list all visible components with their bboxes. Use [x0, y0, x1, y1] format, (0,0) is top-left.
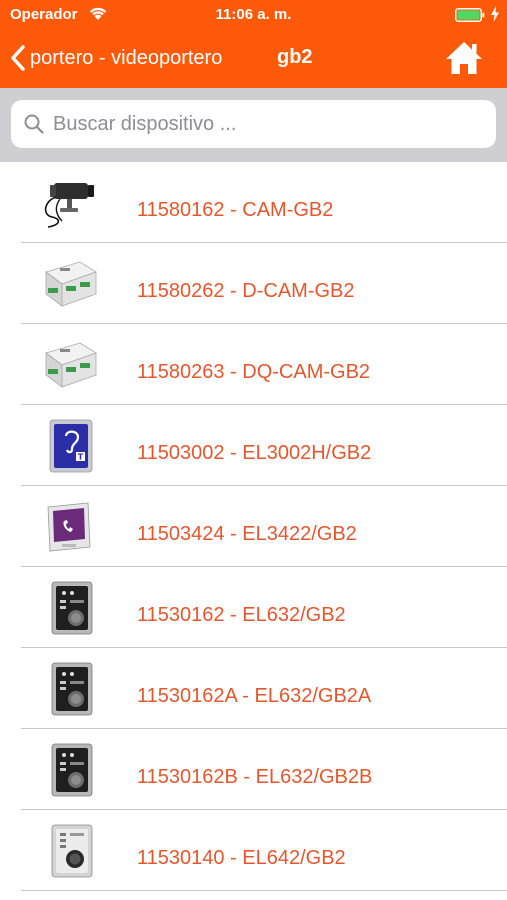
device-list: 11580162 - CAM-GB2 11580262 - D-CAM-GB2 …	[0, 162, 507, 891]
page-title: gb2	[277, 46, 313, 68]
device-row-el3002h-gb2[interactable]: T 11503002 - EL3002H/GB2	[0, 405, 507, 486]
status-bar: Operador 11:06 a. m.	[0, 0, 507, 30]
door-panel-icon	[51, 662, 93, 716]
device-row-cam-gb2[interactable]: 11580162 - CAM-GB2	[0, 162, 507, 243]
device-label: 11530162B - EL632/GB2B	[137, 766, 373, 788]
search-input[interactable]	[53, 112, 473, 136]
device-row-d-cam-gb2[interactable]: 11580262 - D-CAM-GB2	[0, 243, 507, 324]
status-time: 11:06 a. m.	[215, 6, 292, 23]
video-monitor-icon	[47, 502, 91, 552]
search-bar	[0, 88, 507, 162]
hearing-loop-module-icon: T	[49, 419, 93, 473]
navigation-bar: portero - videoportero gb2	[0, 30, 507, 88]
battery-icon	[455, 8, 485, 22]
door-panel-icon	[51, 743, 93, 797]
charging-icon	[491, 6, 499, 22]
search-icon	[24, 114, 44, 134]
device-row-el642-gb2[interactable]: 11530140 - EL642/GB2	[0, 810, 507, 891]
device-label: 11530162 - EL632/GB2	[137, 604, 346, 626]
svg-text:T: T	[78, 453, 84, 462]
din-module-icon	[45, 342, 97, 388]
device-row-el3422-gb2[interactable]: 11503424 - EL3422/GB2	[0, 486, 507, 567]
search-box[interactable]	[11, 100, 496, 148]
back-button[interactable]: portero - videoportero	[10, 42, 222, 74]
device-label: 11503424 - EL3422/GB2	[137, 523, 357, 545]
device-row-dq-cam-gb2[interactable]: 11580263 - DQ-CAM-GB2	[0, 324, 507, 405]
device-label: 11530140 - EL642/GB2	[137, 847, 346, 869]
app-header: Operador 11:06 a. m. portero - videoport…	[0, 0, 507, 88]
back-label: portero - videoportero	[30, 46, 223, 69]
device-row-el632-gb2b[interactable]: 11530162B - EL632/GB2B	[0, 729, 507, 810]
home-icon[interactable]	[444, 40, 484, 76]
camera-icon	[44, 183, 94, 228]
din-module-icon	[45, 261, 97, 307]
device-row-el632-gb2[interactable]: 11530162 - EL632/GB2	[0, 567, 507, 648]
chevron-left-icon	[11, 45, 25, 71]
device-label: 11503002 - EL3002H/GB2	[137, 442, 372, 464]
device-label: 11580162 - CAM-GB2	[137, 199, 334, 221]
door-panel-icon	[51, 824, 93, 878]
door-panel-icon	[51, 581, 93, 635]
device-label: 11530162A - EL632/GB2A	[137, 685, 372, 707]
device-row-el632-gb2a[interactable]: 11530162A - EL632/GB2A	[0, 648, 507, 729]
device-label: 11580262 - D-CAM-GB2	[137, 280, 355, 302]
device-label: 11580263 - DQ-CAM-GB2	[137, 361, 371, 383]
